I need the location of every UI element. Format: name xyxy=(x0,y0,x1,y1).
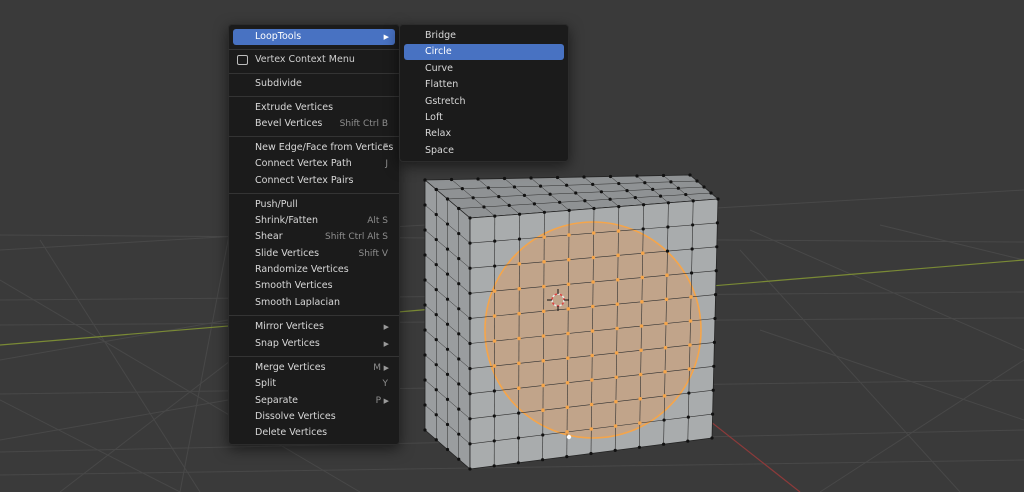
vertex-context-menu: LoopTools ▶ Vertex Context Menu Subdivid… xyxy=(228,24,400,445)
submenu-item-circle[interactable]: Circle xyxy=(404,44,564,60)
menu-item-smooth-vertices[interactable]: Smooth Vertices xyxy=(233,278,395,294)
submenu-item-loft[interactable]: Loft xyxy=(404,110,564,126)
submenu-item-label: Space xyxy=(425,145,454,156)
menu-item-label: Extrude Vertices xyxy=(255,102,334,113)
menu-item-label: Smooth Laplacian xyxy=(255,297,340,308)
menu-item-label: Slide Vertices xyxy=(255,248,320,259)
menu-item-label: Randomize Vertices xyxy=(255,264,349,275)
menu-item-label: LoopTools xyxy=(255,31,302,42)
menu-item-push-pull[interactable]: Push/Pull xyxy=(233,197,395,213)
submenu-item-relax[interactable]: Relax xyxy=(404,126,564,142)
shortcut-label: M xyxy=(373,363,381,373)
menu-item-label: Push/Pull xyxy=(255,199,298,210)
submenu-item-bridge[interactable]: Bridge xyxy=(404,28,564,44)
menu-item-subdivide[interactable]: Subdivide xyxy=(233,76,395,92)
menu-item-label: Smooth Vertices xyxy=(255,280,333,291)
menu-item-label: Merge Vertices xyxy=(255,362,326,373)
menu-separator xyxy=(229,96,399,97)
menu-item-dissolve-vertices[interactable]: Dissolve Vertices xyxy=(233,409,395,425)
menu-title-label: Vertex Context Menu xyxy=(255,54,355,65)
menu-item-new-edge-face[interactable]: New Edge/Face from Vertices F xyxy=(233,140,395,156)
submenu-arrow-icon: ▶ xyxy=(383,340,389,348)
menu-item-label: Connect Vertex Pairs xyxy=(255,175,354,186)
menu-item-connect-vertex-path[interactable]: Connect Vertex Path J xyxy=(233,156,395,172)
menu-item-label: Mirror Vertices xyxy=(255,321,324,332)
active-vertex xyxy=(566,434,572,440)
menu-item-merge-vertices[interactable]: Merge Vertices M ▶ xyxy=(233,360,395,376)
menu-item-label: Connect Vertex Path xyxy=(255,158,352,169)
submenu-item-label: Gstretch xyxy=(425,96,466,107)
submenu-item-flatten[interactable]: Flatten xyxy=(404,77,564,93)
shortcut-label: Alt S xyxy=(367,216,388,226)
menu-item-mirror-vertices[interactable]: Mirror Vertices ▶ xyxy=(233,319,395,335)
menu-item-label: Subdivide xyxy=(255,78,302,89)
submenu-item-label: Relax xyxy=(425,128,452,139)
menu-item-label: Separate xyxy=(255,395,299,406)
shortcut-label: Shift V xyxy=(358,249,388,259)
menu-item-randomize-vertices[interactable]: Randomize Vertices xyxy=(233,262,395,278)
menu-item-separate[interactable]: Separate P ▶ xyxy=(233,393,395,409)
submenu-arrow-icon: ▶ xyxy=(383,397,389,405)
menu-item-label: Bevel Vertices xyxy=(255,118,323,129)
menu-title: Vertex Context Menu xyxy=(233,52,395,68)
menu-pin-icon xyxy=(237,55,248,65)
menu-item-smooth-laplacian[interactable]: Smooth Laplacian xyxy=(233,295,395,311)
submenu-item-label: Curve xyxy=(425,63,454,74)
menu-item-label: Shear xyxy=(255,231,283,242)
menu-separator xyxy=(229,136,399,137)
menu-item-label: Snap Vertices xyxy=(255,338,320,349)
menu-item-label: Split xyxy=(255,378,277,389)
submenu-arrow-icon: ▶ xyxy=(383,364,389,372)
menu-item-snap-vertices[interactable]: Snap Vertices ▶ xyxy=(233,336,395,352)
menu-item-label: New Edge/Face from Vertices xyxy=(255,142,394,153)
menu-item-connect-vertex-pairs[interactable]: Connect Vertex Pairs xyxy=(233,173,395,189)
mesh-cube[interactable] xyxy=(423,173,720,471)
submenu-arrow-icon: ▶ xyxy=(383,33,389,41)
menu-separator xyxy=(229,73,399,74)
menu-item-slide-vertices[interactable]: Slide Vertices Shift V xyxy=(233,246,395,262)
menu-item-shrink-fatten[interactable]: Shrink/Fatten Alt S xyxy=(233,213,395,229)
menu-item-split[interactable]: Split Y xyxy=(233,376,395,392)
shortcut-label: Shift Ctrl Alt S xyxy=(325,232,388,242)
menu-separator xyxy=(229,356,399,357)
menu-item-label: Dissolve Vertices xyxy=(255,411,336,422)
shortcut-label: Shift Ctrl B xyxy=(339,119,388,129)
menu-item-delete-vertices[interactable]: Delete Vertices xyxy=(233,425,395,441)
menu-separator xyxy=(229,315,399,316)
menu-item-label: Shrink/Fatten xyxy=(255,215,319,226)
submenu-item-label: Loft xyxy=(425,112,443,123)
shortcut-label: F xyxy=(382,143,388,153)
submenu-item-space[interactable]: Space xyxy=(404,143,564,159)
menu-item-extrude-vertices[interactable]: Extrude Vertices xyxy=(233,100,395,116)
menu-item-looptools[interactable]: LoopTools ▶ xyxy=(233,29,395,45)
menu-item-label: Delete Vertices xyxy=(255,427,328,438)
submenu-item-label: Flatten xyxy=(425,79,459,90)
menu-item-shear[interactable]: Shear Shift Ctrl Alt S xyxy=(233,229,395,245)
submenu-arrow-icon: ▶ xyxy=(383,323,389,331)
submenu-item-curve[interactable]: Curve xyxy=(404,61,564,77)
menu-separator xyxy=(229,193,399,194)
menu-item-bevel-vertices[interactable]: Bevel Vertices Shift Ctrl B xyxy=(233,116,395,132)
submenu-item-gstretch[interactable]: Gstretch xyxy=(404,94,564,110)
submenu-item-label: Bridge xyxy=(425,30,456,41)
shortcut-label: Y xyxy=(382,379,389,389)
looptools-submenu: Bridge Circle Curve Flatten Gstretch Lof… xyxy=(399,24,569,162)
shortcut-label: J xyxy=(385,159,388,169)
menu-separator xyxy=(229,49,399,50)
shortcut-label: P xyxy=(375,396,381,406)
submenu-item-label: Circle xyxy=(425,46,452,57)
